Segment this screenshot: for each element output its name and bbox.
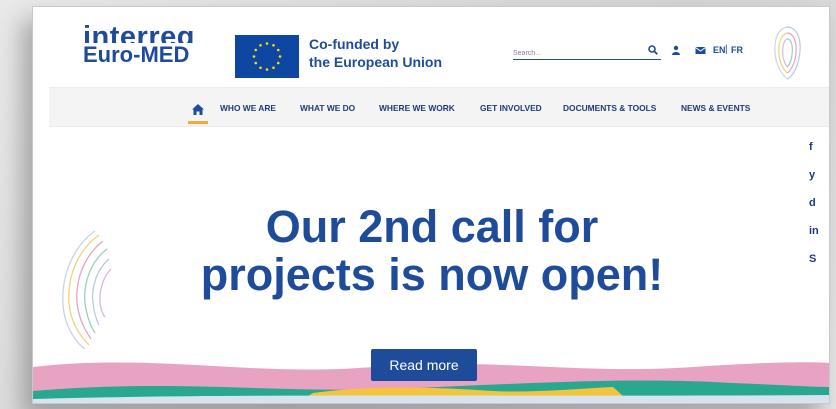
- nav-who-we-are[interactable]: WHO WE ARE: [220, 103, 276, 113]
- eu-star: [276, 48, 280, 52]
- nav-where-we-work[interactable]: WHERE WE WORK: [379, 103, 455, 113]
- nav-documents-tools[interactable]: DOCUMENTS & TOOLS: [563, 103, 656, 113]
- eu-line-2: the European Union: [309, 54, 442, 70]
- user-icon[interactable]: [669, 43, 683, 57]
- eu-star: [252, 55, 256, 58]
- eu-star: [272, 66, 275, 70]
- fingerprint-icon: [774, 26, 801, 80]
- home-icon[interactable]: [187, 99, 209, 121]
- search-bar: [513, 42, 661, 62]
- lang-fr-link[interactable]: FR: [731, 45, 743, 55]
- search-input[interactable]: [513, 45, 631, 62]
- lang-separator: |: [725, 44, 728, 55]
- twitter-icon[interactable]: y: [809, 169, 815, 181]
- eu-star: [278, 55, 282, 58]
- eu-star: [276, 61, 280, 65]
- logo-interreg-text: interreg: [83, 25, 195, 43]
- hero-title-line-2: projects is now open!: [200, 249, 664, 300]
- main-nav: WHO WE ARE WHAT WE DO WHERE WE WORK GET …: [49, 87, 829, 127]
- mail-icon[interactable]: [693, 43, 707, 57]
- lang-en-link[interactable]: EN: [713, 45, 726, 55]
- eu-star: [259, 66, 262, 70]
- eu-star: [265, 68, 269, 71]
- interreg-logo[interactable]: interreg Euro-MED: [83, 25, 195, 67]
- logo-euromed-text: Euro-MED: [83, 42, 190, 67]
- active-nav-indicator: [188, 121, 208, 124]
- eu-star: [259, 43, 262, 47]
- hero-title-line-1: Our 2nd call for: [265, 201, 599, 252]
- nav-news-events[interactable]: NEWS & EVENTS: [681, 103, 750, 113]
- nav-get-involved[interactable]: GET INVOLVED: [480, 103, 542, 113]
- eu-line-1: Co-funded by: [309, 36, 400, 52]
- nav-what-we-do[interactable]: WHAT WE DO: [300, 103, 355, 113]
- facebook-icon[interactable]: f: [809, 141, 813, 153]
- search-icon[interactable]: [645, 42, 661, 58]
- eu-star: [265, 42, 269, 45]
- eu-flag-icon: [235, 35, 299, 78]
- eu-star: [254, 48, 258, 52]
- read-more-button[interactable]: Read more: [371, 349, 477, 381]
- browser-frame: interreg Euro-MED Co-funded by the Europ…: [32, 6, 830, 404]
- eu-star: [254, 61, 258, 65]
- eu-star: [272, 43, 275, 47]
- eu-cofunded-text: Co-funded by the European Union: [309, 35, 442, 71]
